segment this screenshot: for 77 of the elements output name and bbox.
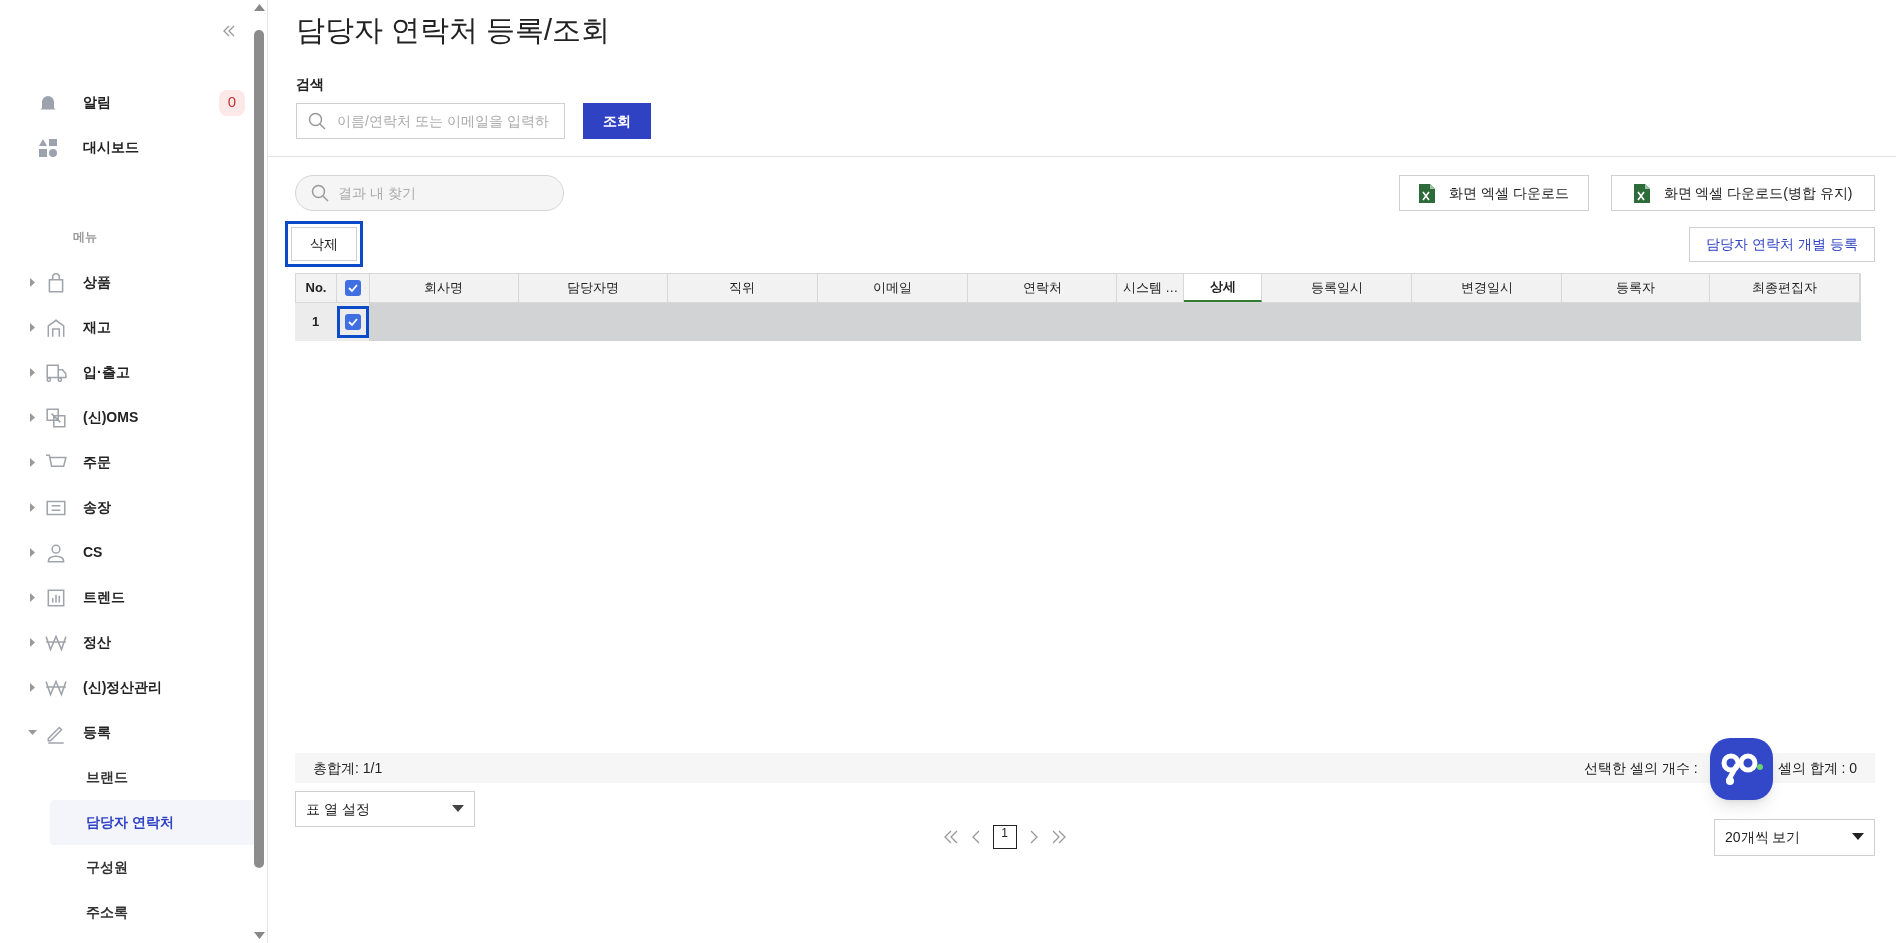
menu-heading: 메뉴	[73, 229, 97, 246]
sidebar-item[interactable]: (신)정산관리	[83, 677, 163, 698]
search-icon	[308, 112, 326, 130]
column-header[interactable]: 등록자	[1562, 274, 1711, 302]
page-size-dropdown[interactable]: 20개씩 보기	[1714, 818, 1875, 856]
row-number: 1	[295, 303, 336, 341]
excel-file-icon	[1633, 183, 1650, 203]
column-header[interactable]: 직위	[667, 274, 818, 302]
sidebar-item[interactable]: CS	[83, 542, 103, 563]
caret-right-icon[interactable]	[28, 323, 37, 332]
sidebar-item[interactable]: (신)OMS	[83, 407, 139, 428]
column-header[interactable]: 이메일	[817, 274, 968, 302]
excel-download-button[interactable]: 화면 엑셀 다운로드(병합 유지)	[1611, 175, 1875, 211]
column-header[interactable]: No.	[296, 274, 337, 302]
register-button[interactable]: 담당자 연락처 개별 등록	[1689, 226, 1875, 262]
chat-bot-button[interactable]	[1710, 738, 1773, 800]
notification-count: 0	[219, 89, 245, 116]
scrollbar-thumb[interactable]	[254, 30, 264, 868]
total-count: 총합계: 1/1	[313, 758, 383, 778]
page-number[interactable]: 1	[992, 825, 1017, 849]
caret-right-icon[interactable]	[28, 458, 37, 467]
caret-right-icon[interactable]	[28, 503, 37, 512]
dashboard-icon	[38, 137, 58, 158]
scroll-up-icon[interactable]	[253, 2, 266, 12]
sidebar-item[interactable]: 주문	[83, 452, 111, 473]
column-settings-dropdown[interactable]: 표 열 설정	[295, 791, 475, 827]
search-button[interactable]: 조회	[583, 103, 651, 139]
column-header[interactable]: 등록일시	[1262, 274, 1413, 302]
sidebar-item[interactable]: 재고	[83, 317, 111, 338]
caret-right-icon[interactable]	[28, 278, 37, 287]
column-header[interactable]: 최종편집자	[1710, 274, 1860, 302]
previous-page-icon[interactable]	[970, 830, 981, 844]
notifications-link[interactable]: 알림	[83, 92, 111, 113]
sidebar-item[interactable]: 송장	[83, 497, 111, 518]
sidebar-subitem[interactable]: 브랜드	[50, 755, 258, 800]
caret-right-icon[interactable]	[28, 368, 37, 377]
caret-icon	[452, 805, 464, 813]
search-label: 검색	[296, 75, 324, 94]
menu-item-icon	[45, 406, 67, 429]
chat-logo-icon	[1719, 751, 1764, 787]
selected-cell-sum: 셀의 합계 : 0	[1777, 758, 1857, 778]
column-header[interactable]: 상세	[1184, 274, 1263, 302]
next-page-icon[interactable]	[1028, 830, 1039, 844]
caret-icon	[1852, 833, 1864, 841]
last-page-icon[interactable]	[1050, 830, 1067, 844]
sidebar-item[interactable]: 입·출고	[83, 362, 130, 383]
delete-button[interactable]: 삭제	[291, 227, 357, 261]
selected-cell-count: 선택한 셀의 개수 :	[1584, 758, 1699, 778]
caret-down-icon[interactable]	[28, 728, 37, 737]
excel-download-button[interactable]: 화면 엑셀 다운로드	[1399, 175, 1589, 211]
column-header[interactable]: 변경일시	[1412, 274, 1563, 302]
collapse-icon[interactable]	[222, 24, 236, 38]
result-search-field[interactable]: 결과 내 찾기	[295, 175, 564, 211]
scroll-down-icon[interactable]	[253, 931, 266, 941]
caret-right-icon[interactable]	[28, 548, 37, 557]
sidebar-item[interactable]: 정산	[83, 632, 111, 653]
sidebar-subitem[interactable]: 구성원	[50, 845, 258, 890]
sidebar-item[interactable]: 트렌드	[83, 587, 125, 608]
table-row[interactable]: 1	[295, 303, 1861, 341]
search-icon	[311, 184, 329, 202]
caret-right-icon[interactable]	[28, 413, 37, 422]
column-header[interactable]: 회사명	[369, 274, 519, 302]
page-title: 담당자 연락처 등록/조회	[296, 13, 612, 48]
sidebar-subitem[interactable]: 주소록	[50, 890, 258, 935]
sidebar-item[interactable]: 상품	[83, 272, 111, 293]
column-header[interactable]: 담당자명	[518, 274, 668, 302]
checkbox[interactable]	[344, 280, 361, 296]
dashboard-link[interactable]: 대시보드	[83, 137, 139, 158]
search-field[interactable]: 이름/연락처 또는 이메일을 입력하	[296, 103, 565, 139]
first-page-icon[interactable]	[942, 830, 959, 844]
caret-right-icon[interactable]	[28, 638, 37, 647]
caret-right-icon[interactable]	[28, 593, 37, 602]
column-header[interactable]: 연락처	[967, 274, 1118, 302]
sidebar-item[interactable]: 등록	[83, 722, 111, 743]
checkbox[interactable]	[344, 314, 361, 330]
excel-file-icon	[1419, 183, 1436, 203]
caret-right-icon[interactable]	[28, 683, 37, 692]
